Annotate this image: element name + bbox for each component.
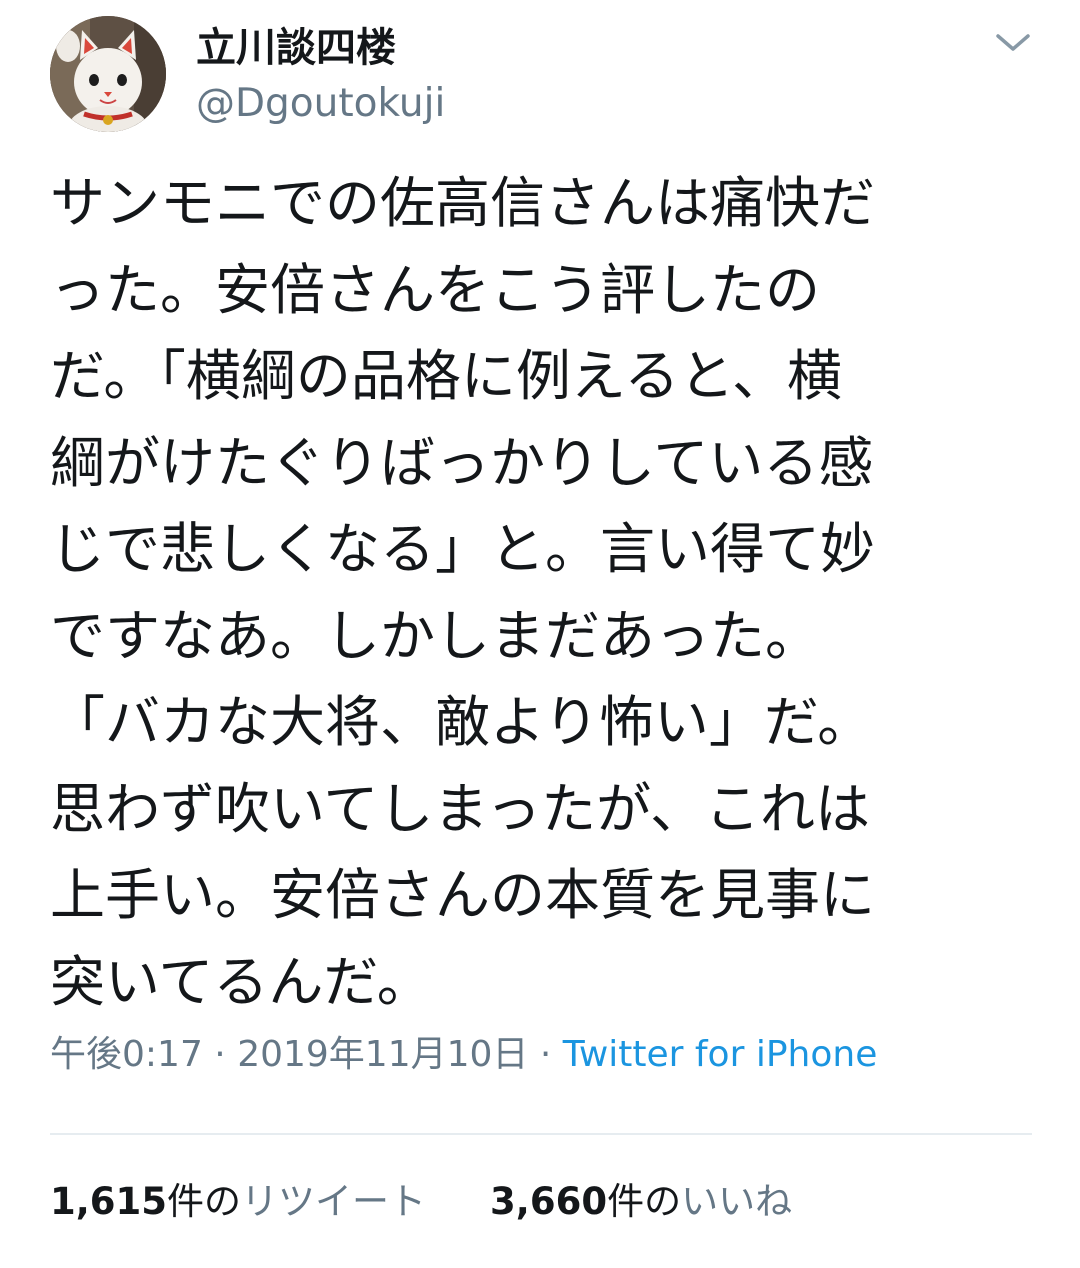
- tweet-text-line: 綱がけたぐりばっかりしている感: [50, 430, 874, 495]
- avatar[interactable]: [50, 16, 166, 132]
- tweet-text-line: サンモニでの佐高信さんは痛快だ: [50, 171, 876, 235]
- meta-separator: ·: [528, 1034, 563, 1075]
- tweet-text-line: 上手い。安倍さんの本質を見事に: [50, 863, 876, 927]
- maneki-neko-avatar-icon: [50, 16, 166, 132]
- tweet-date: 2019年11月10日: [237, 1034, 529, 1075]
- tweet-text-line: 突いてるんだ。: [50, 949, 432, 1014]
- tweet-text-line: ですなあ。しかしまだあった。: [50, 603, 821, 668]
- tweet-meta: 午後0:17 · 2019年11月10日 · Twitter for iPhon…: [50, 1030, 877, 1080]
- like-count: 3,660: [490, 1180, 608, 1223]
- tweet-source-link[interactable]: Twitter for iPhone: [563, 1034, 878, 1075]
- chevron-down-icon[interactable]: [992, 28, 1034, 56]
- display-name[interactable]: 立川談四楼: [196, 24, 396, 72]
- retweet-count: 1,615: [50, 1180, 168, 1223]
- tweet-text-line: った。安倍さんをこう評したの: [50, 257, 821, 322]
- retweets-stat[interactable]: 1,615件のリツイート: [50, 1180, 426, 1223]
- retweet-unit: 件の: [167, 1180, 242, 1223]
- tweet-text-line: だ。「横綱の品格に例えると、横: [50, 344, 843, 408]
- tweet-time: 午後0:17: [50, 1034, 203, 1075]
- like-label: いいね: [681, 1180, 793, 1223]
- like-unit: 件の: [607, 1180, 682, 1223]
- tweet-text-line: 「バカな大将、敵より怖い」だ。: [50, 690, 873, 754]
- divider: [50, 1133, 1032, 1135]
- meta-separator: ·: [202, 1034, 238, 1075]
- likes-stat[interactable]: 3,660件のいいね: [490, 1180, 792, 1223]
- tweet-text: サンモニでの佐高信さんは痛快だ った。安倍さんをこう評したの だ。「横綱の品格に…: [50, 160, 1040, 1025]
- tweet-stats: 1,615件のリツイート 3,660件のいいね: [50, 1176, 792, 1228]
- tweet-text-line: 思わず吹いてしまったが、これは: [50, 776, 871, 841]
- tweet-text-line: じで悲しくなる」と。言い得て妙: [50, 517, 876, 581]
- user-handle[interactable]: @Dgoutokuji: [196, 80, 445, 128]
- retweet-label: リツイート: [241, 1180, 427, 1223]
